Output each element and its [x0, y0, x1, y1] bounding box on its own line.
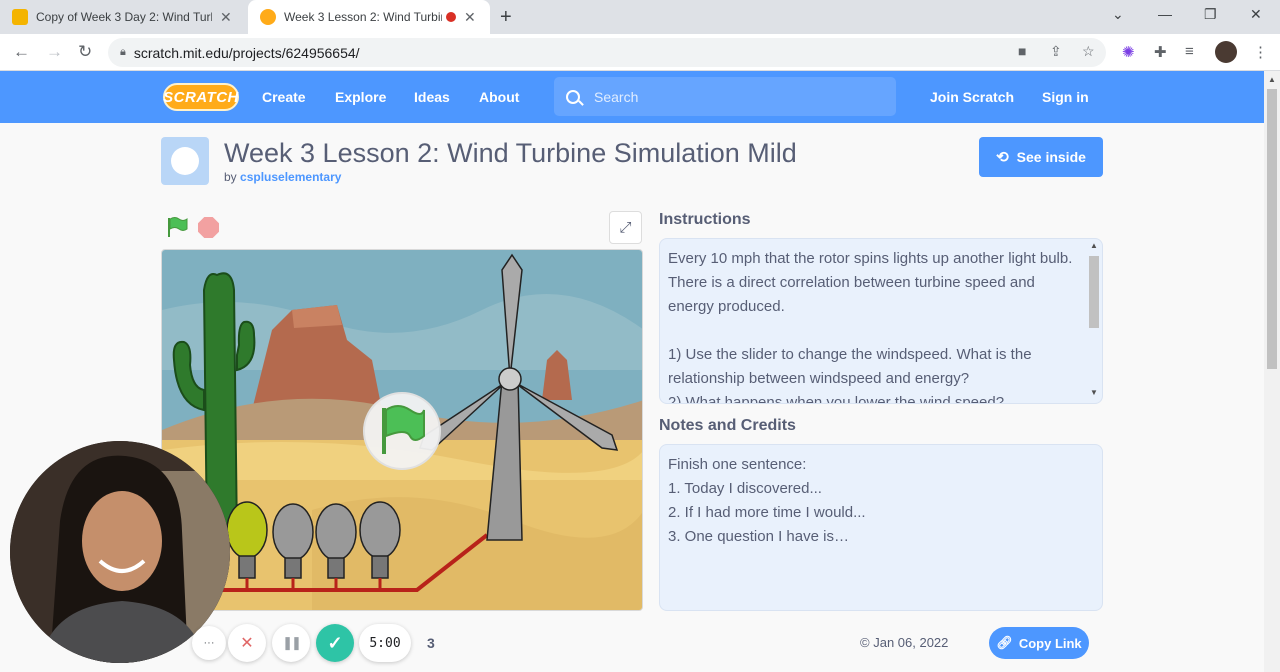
notes-panel[interactable]: Finish one sentence: 1. Today I discover…	[659, 444, 1103, 611]
recorder-pause-button[interactable]: ❚❚	[272, 624, 310, 662]
scratch-logo[interactable]: SCRATCH	[163, 83, 239, 111]
remix-arrows-icon: ⟲	[996, 149, 1009, 166]
nav-about[interactable]: About	[479, 89, 519, 105]
extension-flower-icon[interactable]: ✺	[1122, 43, 1135, 61]
restore-button[interactable]: ❐	[1204, 6, 1217, 23]
back-arrow-icon[interactable]: ←	[13, 42, 30, 62]
menu-kebab-icon[interactable]: ⋮	[1253, 43, 1268, 61]
recording-dot-icon	[446, 12, 456, 22]
tab-scratch-project[interactable]: Week 3 Lesson 2: Wind Turbine ✕	[248, 0, 490, 34]
lock-icon: 🔒︎	[120, 46, 126, 58]
share-icon[interactable]: ⇪	[1050, 43, 1062, 60]
scroll-down-icon[interactable]: ▼	[1090, 388, 1098, 397]
nav-ideas[interactable]: Ideas	[414, 89, 450, 105]
tab-slides-copy[interactable]: Copy of Week 3 Day 2: Wind Turbine ✕	[12, 0, 244, 34]
minimize-button[interactable]: —	[1158, 6, 1172, 22]
project-title: Week 3 Lesson 2: Wind Turbine Simulation…	[224, 138, 797, 168]
search-bar[interactable]	[554, 77, 896, 116]
browser-tab-bar: Copy of Week 3 Day 2: Wind Turbine ✕ Wee…	[0, 0, 1280, 34]
url-field[interactable]: 🔒︎ scratch.mit.edu/projects/624956654/	[108, 38, 1106, 67]
instructions-scrollbar[interactable]: ▲ ▼	[1086, 240, 1102, 402]
tab-close-icon[interactable]: ✕	[220, 9, 232, 26]
project-stage[interactable]	[161, 249, 643, 611]
recorder-done-button[interactable]: ✓	[316, 624, 354, 662]
close-window-button[interactable]: ✕	[1250, 6, 1262, 23]
stop-sign-icon[interactable]	[198, 217, 219, 238]
notes-heading: Notes and Credits	[659, 417, 796, 434]
page-scroll-thumb[interactable]	[1267, 89, 1277, 369]
author-link[interactable]: cspluselementary	[240, 170, 341, 184]
copy-link-button[interactable]: 🔗︎ Copy Link	[989, 627, 1089, 659]
author-avatar[interactable]	[161, 137, 209, 185]
see-inside-button[interactable]: ⟲ See inside	[979, 137, 1103, 177]
sign-in-link[interactable]: Sign in	[1042, 89, 1089, 105]
nav-explore[interactable]: Explore	[335, 89, 386, 105]
media-queue-icon[interactable]: ≡	[1185, 43, 1194, 60]
fullscreen-button[interactable]: ⤢	[609, 211, 642, 244]
scratch-navbar: SCRATCH Create Explore Ideas About Join …	[0, 71, 1264, 123]
forward-arrow-icon[interactable]: →	[46, 42, 63, 62]
search-icon	[566, 89, 580, 104]
new-tab-button[interactable]: +	[500, 6, 512, 29]
link-icon: 🔗︎	[996, 635, 1013, 650]
green-flag-icon[interactable]	[166, 216, 188, 238]
address-bar: ← → ↻ 🔒︎ scratch.mit.edu/projects/624956…	[0, 34, 1280, 71]
nav-create[interactable]: Create	[262, 89, 306, 105]
bookmark-star-icon[interactable]: ☆	[1082, 43, 1095, 60]
camera-icon[interactable]: ■	[1018, 43, 1026, 59]
share-date: © Jan 06, 2022	[860, 635, 949, 650]
instructions-scroll-thumb[interactable]	[1089, 256, 1099, 328]
scroll-up-icon[interactable]: ▲	[1090, 241, 1098, 250]
project-byline: by cspluselementary	[224, 170, 342, 184]
tab-close-icon[interactable]: ✕	[464, 9, 476, 26]
recorder-more-button[interactable]: ···	[192, 626, 226, 660]
pause-icon: ❚❚	[282, 635, 302, 650]
page-scrollbar[interactable]: ▲	[1264, 71, 1280, 672]
profile-avatar[interactable]	[1215, 41, 1237, 63]
tab-search-icon[interactable]: ⌄	[1112, 6, 1124, 23]
search-input[interactable]	[594, 88, 874, 105]
stat-count: 3	[427, 635, 435, 651]
reload-icon[interactable]: ↻	[78, 42, 92, 62]
checkmark-icon: ✓	[327, 632, 343, 653]
instructions-panel[interactable]: Every 10 mph that the rotor spins lights…	[659, 238, 1103, 404]
copyright-icon: ©	[860, 635, 870, 650]
slides-icon	[12, 9, 28, 25]
cancel-x-icon: ✕	[240, 635, 254, 652]
stage-scene	[162, 250, 642, 610]
recorder-timer: 5:00	[359, 624, 411, 662]
scroll-up-icon[interactable]: ▲	[1268, 75, 1276, 84]
fullscreen-icon: ⤢	[619, 219, 632, 236]
scratch-cat-icon	[171, 147, 199, 175]
recorder-cancel-button[interactable]: ✕	[228, 624, 266, 662]
scratch-favicon-icon	[260, 9, 276, 25]
instructions-heading: Instructions	[659, 211, 751, 228]
join-scratch-link[interactable]: Join Scratch	[930, 89, 1014, 105]
extensions-puzzle-icon[interactable]: ✚	[1154, 43, 1167, 61]
